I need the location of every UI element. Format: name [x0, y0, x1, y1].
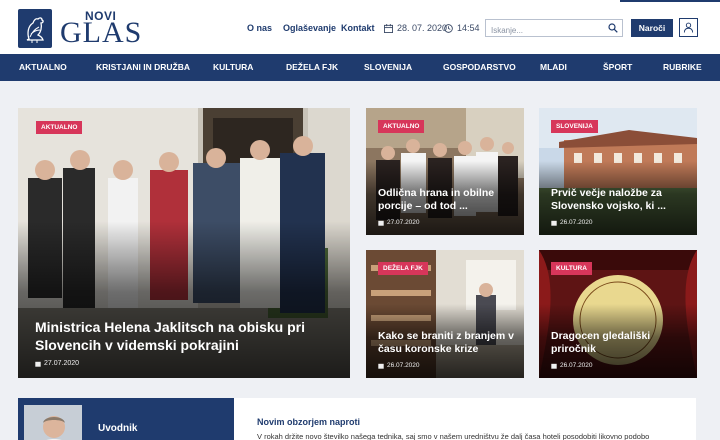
article-date: 27.07.2020: [378, 219, 420, 226]
article-title[interactable]: Odlična hrana in obilne porcije – od tod…: [378, 187, 514, 213]
current-time: 14:54: [444, 23, 480, 33]
category-badge[interactable]: DEŽELA FJK: [378, 262, 428, 275]
time-text: 14:54: [457, 23, 480, 33]
nav-kultura[interactable]: KULTURA: [213, 54, 253, 81]
nav-mladi[interactable]: MLADI: [540, 54, 567, 81]
calendar-icon: [384, 23, 393, 33]
subscribe-button[interactable]: Naroči: [631, 19, 673, 37]
calendar-icon: [378, 363, 384, 369]
category-badge[interactable]: SLOVENIJA: [551, 120, 598, 133]
article-date-text: 27.07.2020: [44, 360, 80, 367]
site-header: NOVI GLAS O nas Oglaševanje Kontakt 28. …: [0, 0, 720, 54]
main-navigation: AKTUALNO KRISTJANI IN DRUŽBA KULTURA DEŽ…: [0, 54, 720, 81]
nav-slovenija[interactable]: SLOVENIJA: [364, 54, 412, 81]
header-accent-line: [620, 0, 720, 2]
editorial-panel[interactable]: Uvodnik: [18, 398, 234, 440]
article-date: 27.07.2020: [35, 360, 79, 367]
editor-photo: [24, 405, 82, 440]
article-card[interactable]: SLOVENIJA Prvič večje naložbe za Slovens…: [539, 108, 697, 235]
calendar-icon: [551, 363, 557, 369]
date-text: 28. 07. 2020: [397, 23, 448, 33]
article-date: 26.07.2020: [551, 362, 593, 369]
current-date: 28. 07. 2020: [384, 23, 447, 33]
user-account-button[interactable]: [679, 18, 698, 37]
article-date: 26.07.2020: [378, 362, 420, 369]
article-date-text: 27.07.2020: [387, 219, 420, 226]
calendar-icon: [378, 220, 384, 226]
category-badge[interactable]: KULTURA: [551, 262, 592, 275]
editorial-label: Uvodnik: [98, 423, 138, 434]
article-title[interactable]: Dragocen gledališki priročnik: [551, 330, 687, 356]
nav-sport[interactable]: ŠPORT: [603, 54, 632, 81]
search-box: [485, 19, 623, 39]
editorial-content[interactable]: Novim obzorjem naproti V rokah držite no…: [234, 398, 696, 440]
search-icon[interactable]: [608, 23, 618, 33]
image-gradient: [18, 221, 350, 378]
article-date-text: 26.07.2020: [560, 362, 593, 369]
search-input[interactable]: [486, 22, 604, 39]
topnav-oglasevanje[interactable]: Oglaševanje: [283, 23, 336, 33]
topnav-kontakt[interactable]: Kontakt: [341, 23, 375, 33]
article-date-text: 26.07.2020: [387, 362, 420, 369]
calendar-icon: [35, 361, 41, 367]
editorial-title[interactable]: Novim obzorjem naproti: [257, 417, 360, 427]
article-card[interactable]: AKTUALNO Odlična hrana in obilne porcije…: [366, 108, 524, 235]
category-badge[interactable]: AKTUALNO: [378, 120, 425, 133]
rooster-icon: [26, 16, 44, 43]
logo-rooster-icon[interactable]: [18, 9, 52, 48]
nav-kristjani-in-druzba[interactable]: KRISTJANI IN DRUŽBA: [96, 54, 190, 81]
nav-rubrike[interactable]: RUBRIKE: [663, 54, 702, 81]
nav-dezela-fjk[interactable]: DEŽELA FJK: [286, 54, 338, 81]
article-title[interactable]: Ministrica Helena Jaklitsch na obisku pr…: [35, 319, 340, 354]
nav-gospodarstvo[interactable]: GOSPODARSTVO: [443, 54, 516, 81]
editorial-text: V rokah držite novo številko našega tedn…: [257, 432, 650, 440]
nav-aktualno[interactable]: AKTUALNO: [19, 54, 67, 81]
user-icon: [683, 22, 694, 33]
calendar-icon: [551, 220, 557, 226]
article-date-text: 26.07.2020: [560, 219, 593, 226]
category-badge[interactable]: AKTUALNO: [36, 121, 83, 134]
article-date: 26.07.2020: [551, 219, 593, 226]
article-title[interactable]: Kako se braniti z branjem v času koronsk…: [378, 330, 514, 356]
clock-icon: [444, 23, 453, 33]
article-card[interactable]: KULTURA Dragocen gledališki priročnik 26…: [539, 250, 697, 378]
editor-portrait: [24, 405, 82, 440]
logo-glas[interactable]: GLAS: [60, 18, 142, 48]
article-card[interactable]: DEŽELA FJK Kako se braniti z branjem v č…: [366, 250, 524, 378]
topnav-o-nas[interactable]: O nas: [247, 23, 272, 33]
article-title[interactable]: Prvič večje naložbe za Slovensko vojsko,…: [551, 187, 687, 213]
featured-article-card[interactable]: AKTUALNO Ministrica Helena Jaklitsch na …: [18, 108, 350, 378]
